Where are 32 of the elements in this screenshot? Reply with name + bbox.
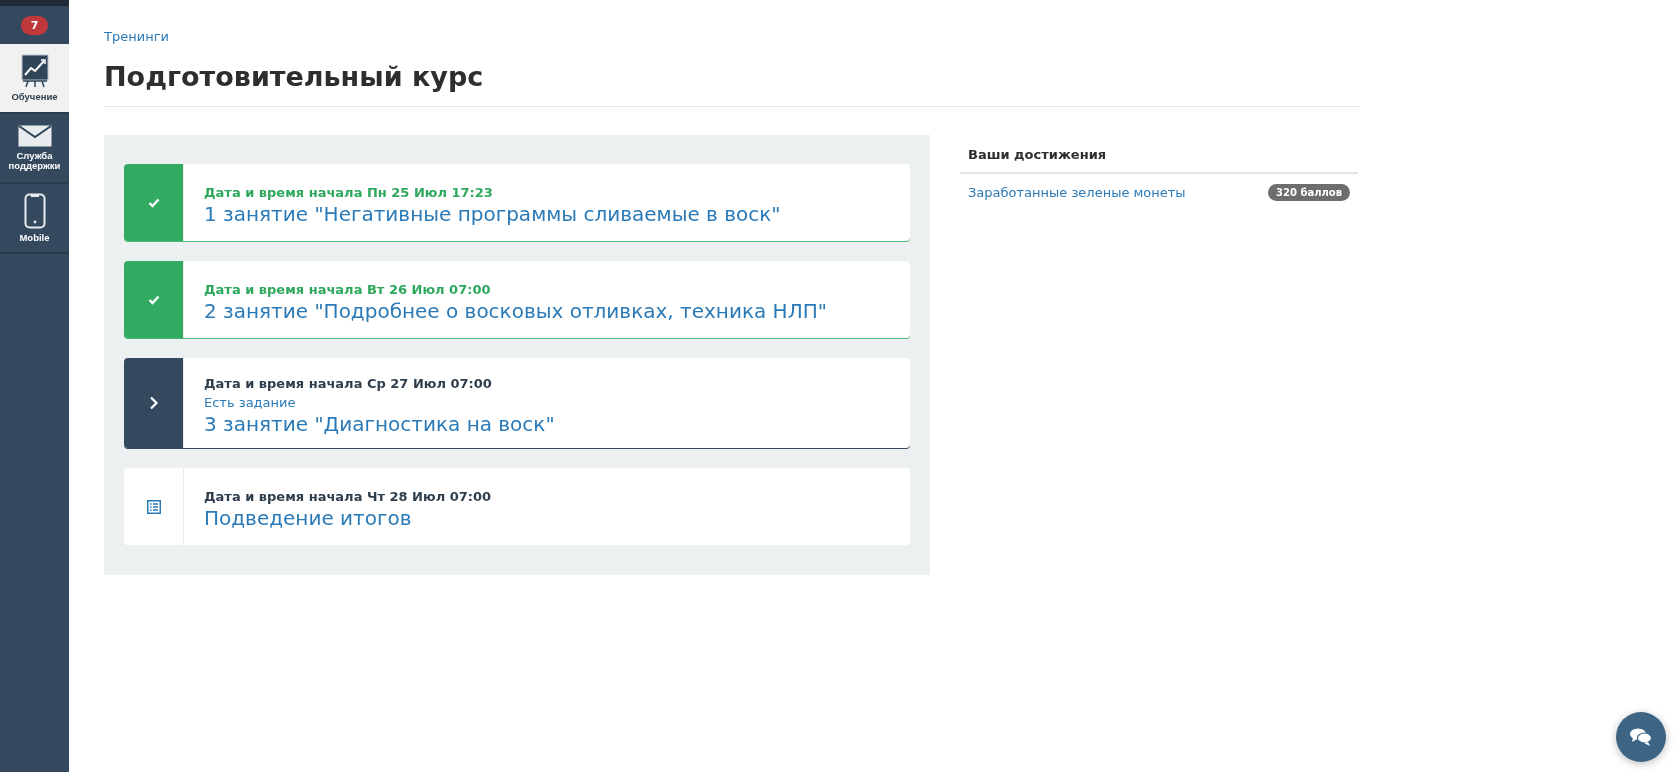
phone-icon [23, 192, 46, 229]
checkmark-icon [147, 197, 160, 208]
lesson-title: 1 занятие "Негативные программы сливаемые в воск" [204, 202, 781, 226]
lesson-date: Дата и время начала Чт 28 Июл 07:00 [204, 489, 492, 504]
lesson-card[interactable]: Дата и время начала Вт 26 Июл 07:00 2 занятие "Подробнее о восковых отливках, техника НЛП" [124, 261, 910, 338]
lesson-date: Дата и время начала Пн 25 Июл 17:23 [204, 185, 494, 200]
chat-bubbles-icon [1629, 727, 1653, 747]
sidebar-item[interactable]: Обучение [0, 44, 69, 114]
lesson-date: Дата и время начала Вт 26 Июл 07:00 [204, 282, 492, 297]
checkmark-icon [147, 294, 160, 305]
sidebar-item[interactable]: Mobile [0, 184, 69, 254]
achievement-link[interactable]: Заработанные зеленые монеты [968, 185, 1186, 200]
chat-button[interactable] [1616, 712, 1666, 762]
envelope-icon [17, 124, 52, 147]
page-title: Подготовительный курс [104, 61, 1359, 107]
lesson-card[interactable]: Дата и время начала Пн 25 Июл 17:23 1 занятие "Негативные программы сливаемые в воск" [124, 164, 910, 241]
list-document-icon [146, 499, 161, 514]
task-note: Есть задание [204, 395, 297, 410]
chart-board-icon [19, 53, 50, 88]
achievements-heading: Ваши достижения [960, 135, 1358, 174]
lesson-card[interactable]: Дата и время начала Чт 28 Июл 07:00 Подведение итогов [124, 468, 910, 545]
points-badge: 320 баллов [1268, 184, 1350, 201]
sidebar-item[interactable]: Служба поддержки [0, 114, 69, 184]
lesson-title: 3 занятие "Диагностика на воск" [204, 412, 555, 436]
lesson-title: Подведение итогов [204, 506, 413, 530]
lesson-title: 2 занятие "Подробнее о восковых отливках, техника НЛП" [204, 299, 827, 323]
chevron-right-icon [148, 396, 159, 410]
breadcrumb-link[interactable]: Тренинги [104, 29, 169, 44]
lesson-card[interactable]: Дата и время начала Ср 27 Июл 07:00 Есть задание 3 занятие "Диагностика на воск" [124, 358, 910, 448]
avatar-placeholder [0, 0, 69, 6]
lesson-date: Дата и время начала Ср 27 Июл 07:00 [204, 376, 493, 391]
notification-badge: 7 [20, 15, 49, 35]
